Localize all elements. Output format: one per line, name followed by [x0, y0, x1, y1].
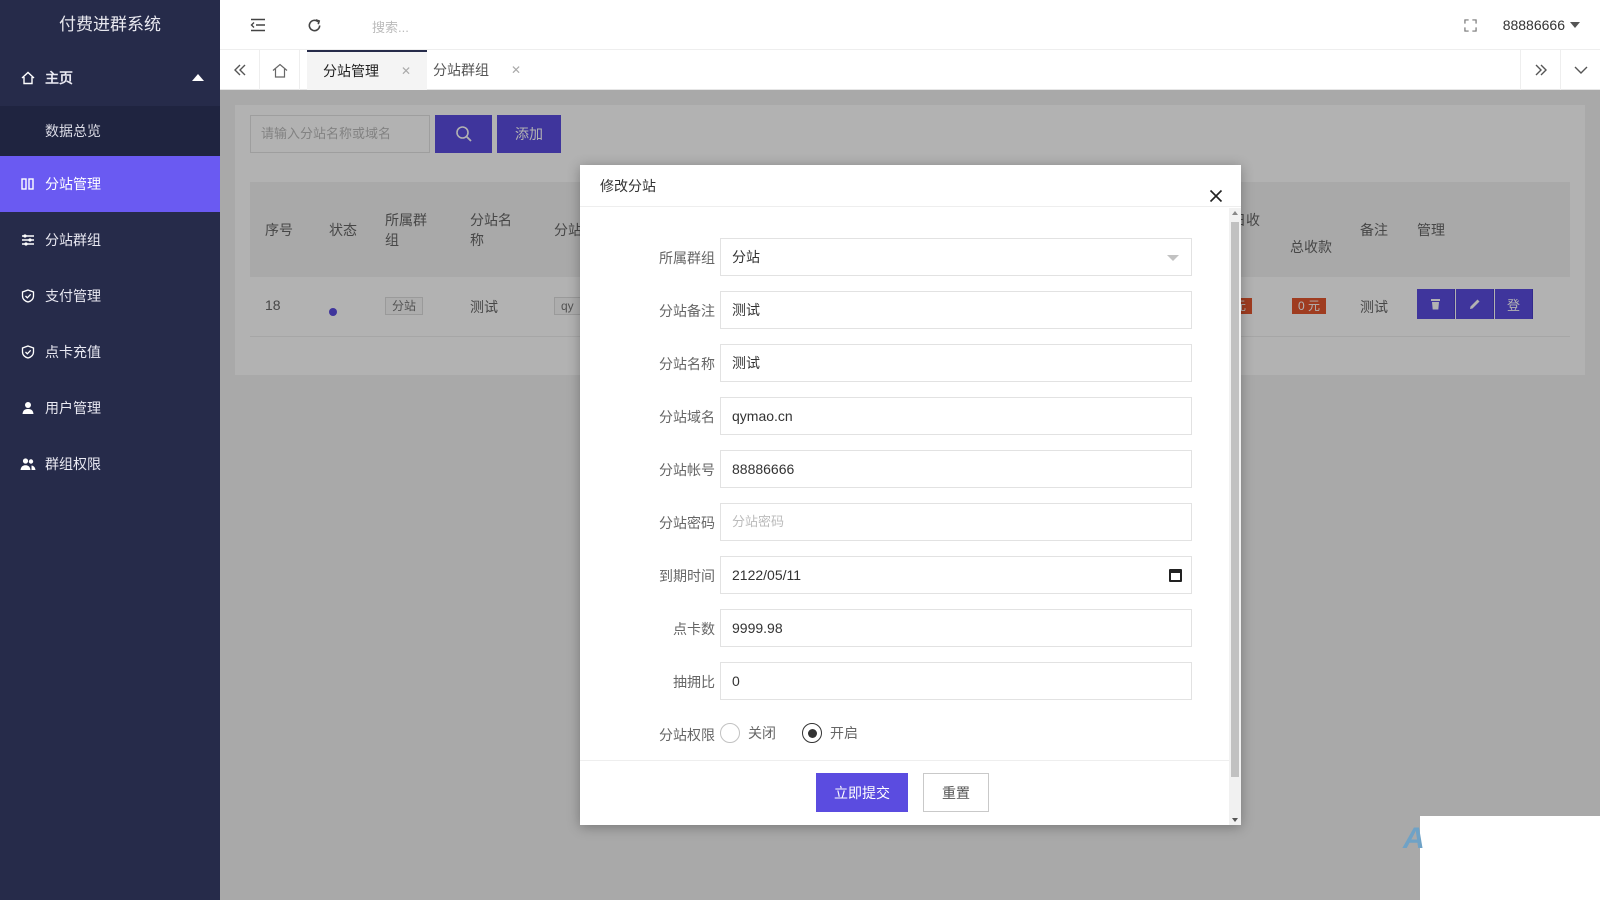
tab-label: 分站管理 [323, 63, 379, 79]
permission-on-radio[interactable] [802, 723, 822, 743]
home-icon [20, 70, 36, 86]
sidebar: 付费进群系统 主页 数据总览 分站管理 分站群组 支付管理 点卡充值 用户管理 … [0, 0, 220, 900]
calendar-icon[interactable] [1169, 569, 1182, 582]
sidebar-subitem-overview[interactable]: 数据总览 [0, 106, 220, 156]
field-label: 抽拥比 [673, 674, 715, 690]
field-label: 分站权限 [659, 727, 715, 743]
modal-title: 修改分站 [600, 178, 656, 194]
caret-up-icon [192, 74, 204, 81]
tabs-bar: 分站管理 ✕ 分站群组 ✕ [220, 50, 1600, 90]
form-row-password: 分站密码 分站密码 [595, 503, 1198, 541]
scroll-down-icon[interactable] [1232, 818, 1238, 822]
form-row-group: 所属群组 分站 [595, 238, 1198, 276]
scroll-thumb[interactable] [1231, 222, 1239, 777]
sidebar-item-label: 点卡充值 [45, 344, 101, 360]
field-label: 到期时间 [659, 568, 715, 584]
sidebar-item-users[interactable]: 用户管理 [0, 380, 220, 436]
columns-icon [20, 176, 36, 192]
field-label: 分站密码 [659, 515, 715, 531]
account-input[interactable]: 88886666 [720, 450, 1192, 488]
form-row-name: 分站名称 测试 [595, 344, 1198, 382]
modal-header: 修改分站 [580, 165, 1241, 207]
sidebar-item-recharge[interactable]: 点卡充值 [0, 324, 220, 380]
scroll-up-icon[interactable] [1232, 211, 1238, 215]
modal-form: 所属群组 分站 分站备注 测试 分站名称 测试 分站域名 qymao.cn 分站… [595, 222, 1198, 760]
menu-toggle-icon[interactable] [248, 15, 268, 35]
caret-down-icon [1570, 22, 1580, 28]
permission-radio-group: 关闭 开启 [720, 723, 884, 743]
radio-label: 开启 [830, 725, 858, 741]
top-bar: 搜索... 88886666 [220, 0, 1600, 50]
corner-panel [1420, 816, 1600, 900]
users-icon [20, 456, 36, 472]
refresh-icon[interactable] [304, 15, 324, 35]
sidebar-item-substation[interactable]: 分站管理 [0, 156, 220, 212]
name-input[interactable]: 测试 [720, 344, 1192, 382]
form-row-cards: 点卡数 9999.98 [595, 609, 1198, 647]
group-select[interactable]: 分站 [720, 238, 1192, 276]
field-label: 所属群组 [659, 250, 715, 266]
shield-check-icon [20, 288, 36, 304]
group-select-value: 分站 [732, 249, 760, 265]
sidebar-item-substation-groups[interactable]: 分站群组 [0, 212, 220, 268]
modal-footer: 立即提交 重置 [580, 760, 1229, 825]
sidebar-item-home[interactable]: 主页 [0, 50, 220, 106]
permission-off-radio[interactable] [720, 723, 740, 743]
shield-check-icon [20, 344, 36, 360]
tabs-scroll-left-icon[interactable] [220, 50, 260, 90]
radio-label: 关闭 [748, 725, 776, 741]
watermark-logo-icon: A [1403, 822, 1425, 855]
sidebar-item-label: 用户管理 [45, 400, 101, 416]
username-label: 88886666 [1502, 17, 1565, 33]
field-label: 分站帐号 [659, 462, 715, 478]
tab-label: 分站群组 [433, 62, 489, 78]
home-tab-icon[interactable] [260, 50, 300, 90]
reset-button[interactable]: 重置 [923, 773, 989, 812]
search-input[interactable]: 搜索... [372, 17, 409, 36]
expire-date-input[interactable]: 2122/05/11 [720, 556, 1192, 594]
form-row-remark: 分站备注 测试 [595, 291, 1198, 329]
edit-substation-modal: 修改分站 所属群组 分站 分站备注 测试 分站名称 测试 分站域名 qymao.… [580, 165, 1241, 825]
fullscreen-icon[interactable] [1460, 15, 1480, 35]
expire-date-value: 2122/05/11 [732, 567, 802, 583]
brand-title: 付费进群系统 [59, 15, 161, 34]
close-icon[interactable]: ✕ [401, 64, 411, 78]
form-row-account: 分站帐号 88886666 [595, 450, 1198, 488]
sidebar-item-label: 群组权限 [45, 456, 101, 472]
tab-substation-management[interactable]: 分站管理 ✕ [307, 50, 428, 90]
commission-input[interactable]: 0 [720, 662, 1192, 700]
form-row-expire: 到期时间 2122/05/11 [595, 556, 1198, 594]
form-row-domain: 分站域名 qymao.cn [595, 397, 1198, 435]
field-label: 分站域名 [659, 409, 715, 425]
sidebar-item-label: 主页 [45, 70, 73, 86]
modal-scrollbar[interactable] [1229, 208, 1241, 825]
password-input[interactable]: 分站密码 [720, 503, 1192, 541]
sidebar-item-payment[interactable]: 支付管理 [0, 268, 220, 324]
close-icon[interactable]: ✕ [511, 63, 521, 77]
tabs-menu-icon[interactable] [1560, 50, 1600, 90]
user-icon [20, 400, 36, 416]
remark-input[interactable]: 测试 [720, 291, 1192, 329]
user-menu[interactable]: 88886666 [1503, 17, 1580, 33]
submit-button[interactable]: 立即提交 [816, 773, 908, 812]
field-label: 分站名称 [659, 356, 715, 372]
sidebar-item-label: 支付管理 [45, 288, 101, 304]
sidebar-item-label: 分站管理 [45, 176, 101, 192]
field-label: 点卡数 [673, 621, 715, 637]
sidebar-item-group-permissions[interactable]: 群组权限 [0, 436, 220, 492]
sidebar-item-label: 分站群组 [45, 232, 101, 248]
form-row-permission: 分站权限 关闭 开启 [595, 715, 1198, 753]
domain-input[interactable]: qymao.cn [720, 397, 1192, 435]
close-icon[interactable] [1209, 177, 1227, 203]
tab-substation-groups[interactable]: 分站群组 ✕ [417, 50, 537, 90]
sliders-icon [20, 232, 36, 248]
field-label: 分站备注 [659, 303, 715, 319]
cards-input[interactable]: 9999.98 [720, 609, 1192, 647]
form-row-commission: 抽拥比 0 [595, 662, 1198, 700]
tabs-scroll-right-icon[interactable] [1520, 50, 1560, 90]
chevron-down-icon [1167, 255, 1179, 261]
